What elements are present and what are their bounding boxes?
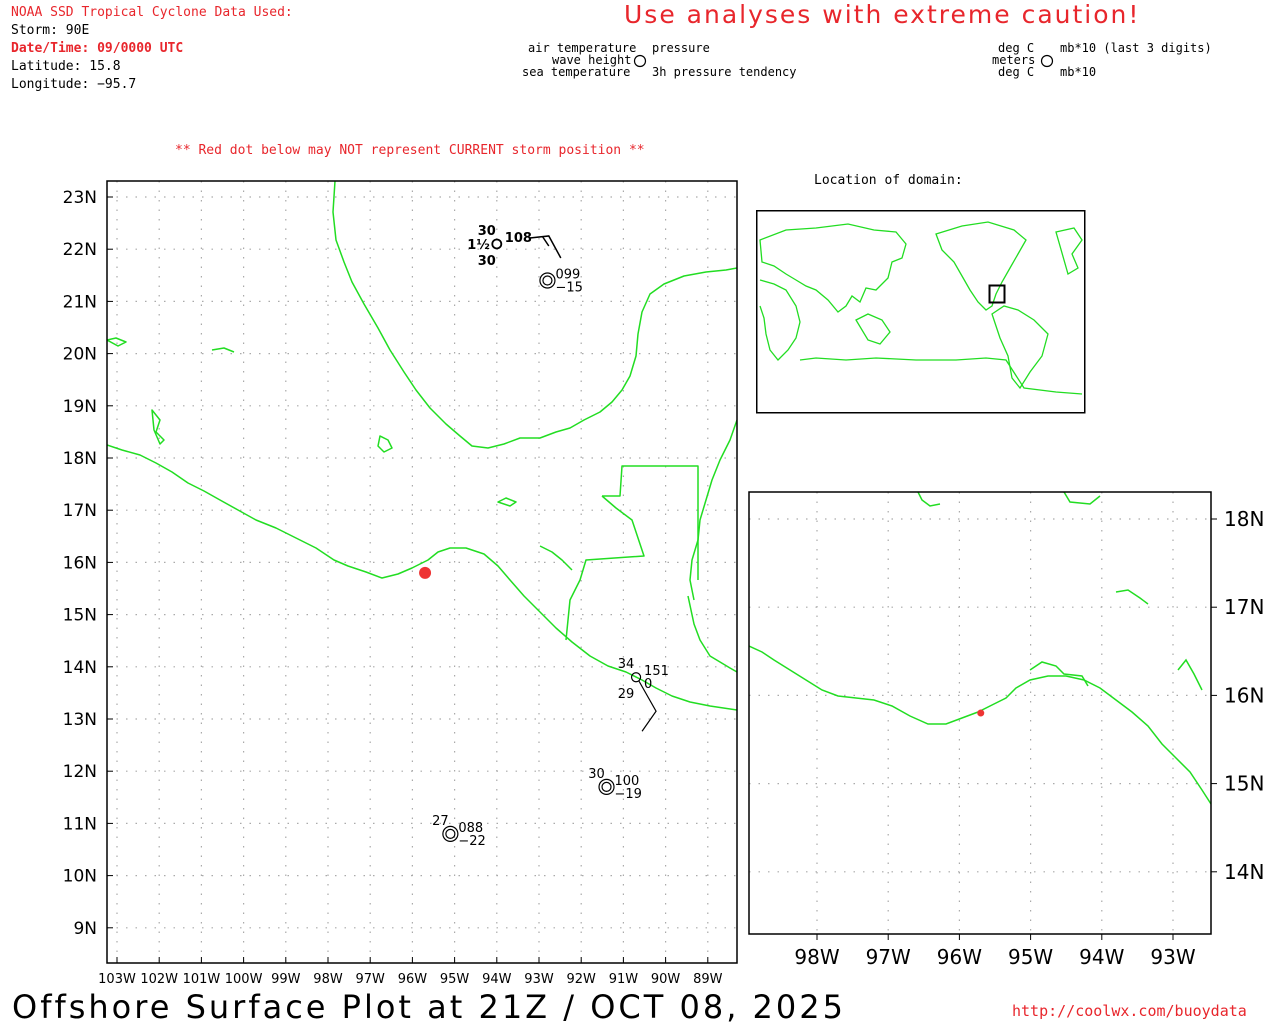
lat-tick-label: 16N <box>1224 683 1264 707</box>
plot-title: Offshore Surface Plot at 21Z / OCT 08, 2… <box>12 988 846 1026</box>
lon-tick-label: 96W <box>937 945 982 969</box>
zoom-map-axis-labels: 18N 17N 16N 15N 14N 98W 97W 96W 95W 94W 93W <box>794 507 1264 969</box>
zoom-gulf-coast <box>917 492 1101 507</box>
lat-tick-label: 18N <box>1224 507 1264 531</box>
lat-tick-label: 17N <box>1224 595 1264 619</box>
source-url-link[interactable]: http://coolwx.com/buoydata <box>1012 1002 1247 1020</box>
lon-tick-label: 94W <box>1079 945 1124 969</box>
lat-tick-label: 14N <box>1224 860 1264 884</box>
lon-tick-label: 98W <box>794 945 839 969</box>
zoom-lake <box>1115 589 1203 691</box>
lat-tick-label: 15N <box>1224 772 1264 796</box>
zoom-storm-position-marker[interactable] <box>977 709 985 717</box>
zoom-pacific-coastline <box>749 645 1211 805</box>
lon-tick-label: 93W <box>1150 945 1195 969</box>
zoom-map: 18N 17N 16N 15N 14N 98W 97W 96W 95W 94W 93W <box>748 491 1264 969</box>
zoom-lagoon <box>1029 661 1089 687</box>
lon-tick-label: 97W <box>866 945 911 969</box>
lon-tick-label: 95W <box>1008 945 1053 969</box>
